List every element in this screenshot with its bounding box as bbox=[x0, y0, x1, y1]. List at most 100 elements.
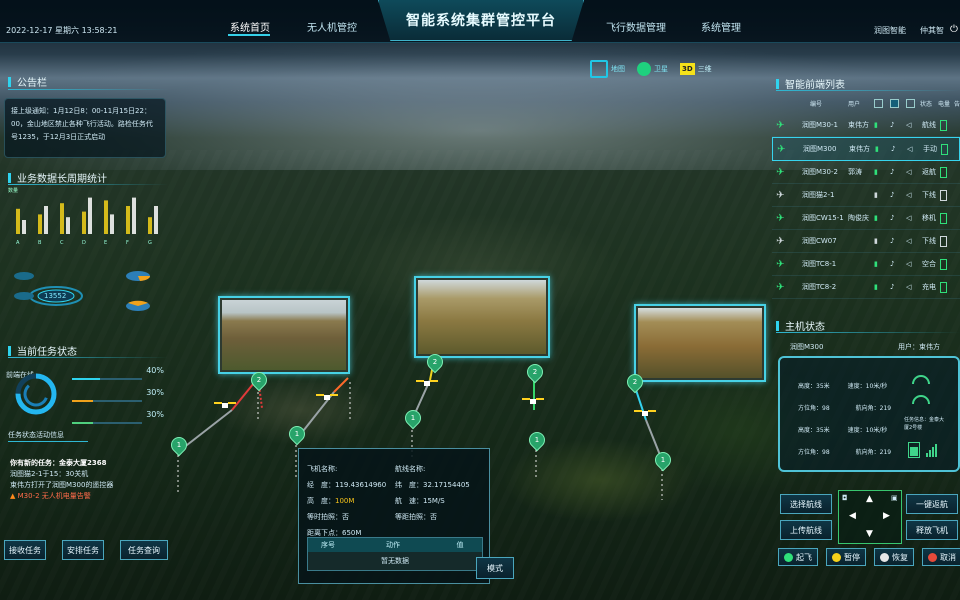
drone-camera-feed-1[interactable] bbox=[218, 296, 350, 374]
device-row[interactable]: ✈ 润图M300 束伟方 ▮ ♪ ◁ 手动 bbox=[772, 137, 960, 161]
speaker-icon[interactable]: ◁ bbox=[907, 145, 912, 153]
resume-button[interactable]: 恢复 bbox=[874, 548, 914, 566]
filter-checkbox[interactable] bbox=[874, 98, 883, 108]
query-task-button[interactable]: 任务查询 bbox=[120, 540, 168, 560]
mic-icon[interactable]: ♪ bbox=[890, 237, 894, 245]
mic-icon[interactable]: ♪ bbox=[890, 283, 894, 291]
chevron-icon bbox=[8, 76, 11, 87]
drone-camera-feed-2[interactable] bbox=[414, 276, 550, 358]
nav-home[interactable]: 系统首页 bbox=[230, 19, 270, 34]
mic-icon[interactable]: ♪ bbox=[890, 214, 894, 222]
direction-pad[interactable]: ▲ ▼ ◀ ▶ ◘ ▣ bbox=[838, 490, 902, 544]
speaker-icon[interactable]: ◁ bbox=[906, 214, 911, 222]
video-icon[interactable]: ▮ bbox=[874, 191, 878, 199]
host-device-name: 润图M300 bbox=[790, 343, 824, 351]
video-icon[interactable]: ▮ bbox=[874, 237, 878, 245]
speaker-icon[interactable]: ◁ bbox=[906, 121, 911, 129]
mic-icon[interactable]: ♪ bbox=[890, 168, 894, 176]
plane-icon: ✈ bbox=[776, 235, 785, 247]
device-row[interactable]: ✈ 润图CW07 ▮ ♪ ◁ 下线 bbox=[772, 230, 960, 253]
device-row[interactable]: ✈ 润图M30-2 郭涛 ▮ ♪ ◁ 返航 bbox=[772, 161, 960, 184]
drone-icon[interactable] bbox=[522, 396, 544, 406]
device-status: 手动 bbox=[923, 145, 937, 153]
stat-bar bbox=[88, 197, 92, 234]
nav-uav-control[interactable]: 无人机管控 bbox=[307, 19, 357, 34]
device-row[interactable]: ✈ 润图CW15-1 陶俊庆 ▮ ♪ ◁ 移机 bbox=[772, 207, 960, 230]
arrow-up-icon[interactable]: ▲ bbox=[866, 494, 873, 504]
receive-task-button[interactable]: 接收任务 bbox=[4, 540, 46, 560]
flight-action-bar: 起飞 暂停 恢复 取消 bbox=[778, 548, 960, 566]
progress-row: 30% bbox=[72, 386, 168, 408]
arrange-task-button[interactable]: 安排任务 bbox=[62, 540, 104, 560]
drone-icon: ✈ bbox=[776, 119, 785, 131]
power-icon[interactable]: ⏻ bbox=[950, 24, 958, 35]
battery-icon bbox=[940, 258, 947, 270]
drone-icon: ✈ bbox=[776, 166, 785, 178]
speaker-icon[interactable]: ◁ bbox=[906, 283, 911, 291]
drone-icon: ✈ bbox=[776, 189, 785, 201]
filter-checkbox[interactable] bbox=[906, 98, 915, 108]
activity-title: 任务状态活动信息 bbox=[8, 431, 64, 439]
nav-flight-data[interactable]: 飞行数据管理 bbox=[606, 19, 666, 34]
mode-button[interactable]: 模式 bbox=[476, 557, 514, 579]
arrow-down-icon[interactable]: ▼ bbox=[866, 529, 873, 539]
resume-icon bbox=[880, 552, 889, 562]
nav-system-management[interactable]: 系统管理 bbox=[701, 19, 741, 34]
stats-3d-graphics bbox=[14, 271, 151, 311]
speaker-icon[interactable]: ◁ bbox=[906, 191, 911, 199]
mic-icon[interactable]: ♪ bbox=[890, 121, 894, 129]
drone-icon[interactable] bbox=[634, 408, 656, 418]
device-row[interactable]: ✈ 润图TC8-1 ▮ ♪ ◁ 空合 bbox=[772, 253, 960, 276]
drone-icon[interactable] bbox=[416, 378, 438, 388]
signal-icon bbox=[926, 444, 937, 457]
takeoff-icon bbox=[784, 552, 793, 562]
cancel-button[interactable]: 取消 bbox=[922, 548, 960, 566]
device-status: 返航 bbox=[922, 168, 936, 176]
map-mode-map[interactable]: 地图 bbox=[590, 60, 625, 78]
3d-icon: 3D bbox=[680, 63, 695, 75]
speaker-icon[interactable]: ◁ bbox=[906, 260, 911, 268]
drone-camera-feed-3[interactable] bbox=[634, 304, 766, 382]
progress-row: 40% bbox=[72, 364, 168, 386]
battery-icon bbox=[940, 281, 947, 293]
video-icon[interactable]: ▮ bbox=[874, 260, 878, 268]
task-status-title: 当前任务状态 bbox=[17, 347, 77, 358]
map-mode-satellite[interactable]: 卫星 bbox=[637, 62, 668, 76]
stat-category-label: E bbox=[104, 240, 107, 246]
device-row[interactable]: ✈ 润图TC8-2 ▮ ♪ ◁ 充电 bbox=[772, 276, 960, 299]
speaker-icon[interactable]: ◁ bbox=[906, 237, 911, 245]
mic-icon[interactable]: ♪ bbox=[890, 260, 894, 268]
company-name: 润图智能 bbox=[874, 26, 906, 35]
map-mode-3d[interactable]: 3D 三维 bbox=[680, 63, 712, 75]
video-icon[interactable]: ▣ bbox=[891, 494, 898, 502]
video-icon[interactable]: ▮ bbox=[874, 168, 878, 176]
task-status-title-row: 当前任务状态 bbox=[8, 343, 77, 358]
device-list-header: 编号 用户 状态 电量 告 bbox=[810, 98, 960, 108]
video-icon[interactable]: ▮ bbox=[874, 283, 878, 291]
arrow-right-icon[interactable]: ▶ bbox=[883, 511, 890, 521]
battery-warning: ▲ M30-2 无人机电量告警 bbox=[10, 492, 91, 500]
mic-icon[interactable]: ♪ bbox=[890, 191, 894, 199]
camera-icon[interactable]: ◘ bbox=[842, 494, 848, 502]
arrow-left-icon[interactable]: ◀ bbox=[849, 511, 856, 521]
filter-checkbox[interactable] bbox=[890, 98, 899, 108]
mic-icon[interactable]: ♪ bbox=[891, 145, 895, 153]
device-row[interactable]: ✈ 润图M30-1 束伟方 ▮ ♪ ◁ 航线 bbox=[772, 114, 960, 137]
user-name[interactable]: 仲其智 bbox=[920, 25, 944, 36]
host-user: 用户：束伟方 bbox=[898, 343, 940, 351]
device-row[interactable]: ✈ 润图猫2-1 ▮ ♪ ◁ 下线 bbox=[772, 184, 960, 207]
device-name: 润图M30-2 bbox=[802, 168, 838, 176]
empty-table-text: 暂无数据 bbox=[308, 552, 482, 570]
select-route-button[interactable]: 选择航线 bbox=[780, 494, 832, 514]
upload-route-button[interactable]: 上传航线 bbox=[780, 520, 832, 540]
release-aircraft-button[interactable]: 释放飞机 bbox=[906, 520, 958, 540]
video-icon[interactable]: ▮ bbox=[874, 121, 878, 129]
drone-icon[interactable] bbox=[316, 392, 338, 402]
drone-icon[interactable] bbox=[214, 400, 236, 410]
speaker-icon[interactable]: ◁ bbox=[906, 168, 911, 176]
video-icon[interactable]: ▮ bbox=[874, 214, 878, 222]
one-key-return-button[interactable]: 一键返航 bbox=[906, 494, 958, 514]
video-icon[interactable]: ▮ bbox=[875, 145, 879, 153]
takeoff-button[interactable]: 起飞 bbox=[778, 548, 818, 566]
pause-button[interactable]: 暂停 bbox=[826, 548, 866, 566]
